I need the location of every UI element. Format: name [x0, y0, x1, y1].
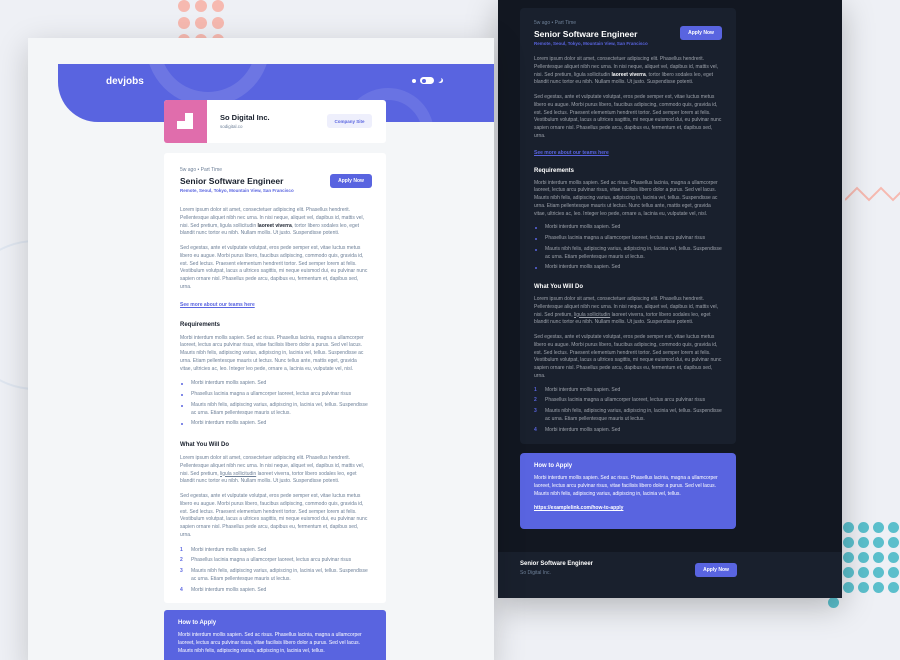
footer-company: So Digital Inc. — [520, 570, 551, 576]
job-details-card: 5w ago • Part Time Senior Software Engin… — [520, 8, 736, 444]
what-you-will-do-heading: What You Will Do — [180, 442, 230, 448]
list-item: 3 Mauris nibh felis, adipiscing varius, a… — [534, 408, 722, 422]
company-name: So Digital Inc. — [220, 113, 270, 122]
tasks-list: 1 Morbi interdum mollis sapien. Sed 2 Phas… — [180, 547, 370, 595]
list-item: 1 Morbi interdum mollis sapien. Sed — [534, 386, 621, 393]
teams-link[interactable]: See more about our teams here — [534, 150, 722, 156]
tasks-list: 1 Morbi interdum mollis sapien. Sed 2 Phas… — [534, 387, 722, 435]
company-site-button[interactable]: Company Site — [327, 114, 372, 128]
list-item: 1 Morbi interdum mollis sapien. Sed — [180, 546, 267, 553]
job-location: Remote, Seoul, Tokyo, Mountain View, San… — [180, 188, 294, 193]
what-you-will-do-text-2: Sed egestas, ante et vulputate volutpat,… — [180, 493, 368, 538]
how-to-apply-heading: How to Apply — [534, 463, 573, 469]
requirements-heading: Requirements — [180, 321, 221, 328]
job-description: Lorem ipsum dolor sit amet, consectetuer… — [534, 56, 719, 86]
requirements-text: Morbi interdum mollis sapien. Sed ac ris… — [534, 179, 718, 217]
what-you-will-do-heading: What You Will Do — [534, 284, 584, 290]
list-item: 2 Phasellus lacinia magna a ullamcorper l… — [180, 557, 352, 564]
requirements-list: Morbi interdum mollis sapien. Sed Phasel… — [534, 224, 722, 272]
list-item: Morbi interdum mollis sapien. Sed — [180, 420, 370, 428]
list-item: 4 Morbi interdum mollis sapien. Sed — [534, 426, 621, 433]
devjobs-logo[interactable]: devjobs — [106, 76, 144, 87]
apply-now-button[interactable]: Apply Now — [680, 26, 722, 40]
apply-now-button[interactable]: Apply Now — [330, 174, 372, 188]
footer-apply-button[interactable]: Apply Now — [695, 563, 737, 577]
job-meta: 5w ago • Part Time — [180, 167, 223, 173]
job-location: Remote, Seoul, Tokyo, Mountain View, San… — [534, 41, 648, 46]
how-to-apply-link[interactable]: https://examplelink.com/how-to-apply — [534, 505, 722, 511]
list-item: Morbi interdum mollis sapien. Sed — [534, 224, 722, 232]
teams-link[interactable]: See more about our teams here — [180, 302, 370, 308]
how-to-apply-text: Morbi interdum mollis sapien. Sed ac ris… — [178, 632, 362, 654]
list-item: Mauris nibh felis, adipiscing varius, ad… — [180, 402, 370, 418]
how-to-apply-text: Morbi interdum mollis sapien. Sed ac ris… — [534, 475, 718, 497]
light-mode-preview: devjobs So Digital Inc. sodigital.co Com… — [28, 38, 494, 660]
footer-title: Senior Software Engineer — [520, 561, 594, 567]
list-item: 4 Morbi interdum mollis sapien. Sed — [180, 586, 267, 593]
sticky-footer: Senior Software Engineer So Digital Inc.… — [498, 552, 842, 598]
theme-toggle[interactable] — [412, 77, 443, 84]
job-details-card: 5w ago • Part Time Senior Software Engin… — [164, 153, 386, 603]
what-you-will-do-text: Lorem ipsum dolor sit amet, consectetuer… — [180, 455, 365, 485]
list-item: Morbi interdum mollis sapien. Sed — [180, 380, 370, 388]
list-item: Phasellus lacinia magna a ullamcorper la… — [180, 391, 370, 399]
company-logo — [164, 100, 207, 143]
theme-switch[interactable] — [420, 77, 434, 84]
list-item: 2 Phasellus lacinia magna a ullamcorper l… — [534, 397, 706, 404]
how-to-apply-card: How to Apply Morbi interdum mollis sapie… — [164, 610, 386, 660]
list-item: 3 Mauris nibh felis, adipiscing varius, a… — [180, 568, 368, 582]
requirements-list: Morbi interdum mollis sapien. Sed Phasel… — [180, 380, 370, 428]
dark-mode-preview: 5w ago • Part Time Senior Software Engin… — [498, 0, 842, 598]
job-description-2: Sed egestas, ante et vulputate volutpat,… — [534, 94, 722, 139]
what-you-will-do-text: Lorem ipsum dolor sit amet, consectetuer… — [534, 296, 719, 326]
sun-icon — [412, 78, 416, 83]
company-card: So Digital Inc. sodigital.co Company Sit… — [164, 100, 386, 143]
decor-zigzag — [845, 186, 900, 202]
list-item: Phasellus lacinia magna a ullamcorper la… — [534, 235, 722, 243]
list-item: Morbi interdum mollis sapien. Sed — [534, 264, 722, 272]
requirements-heading: Requirements — [534, 167, 575, 174]
requirements-text: Morbi interdum mollis sapien. Sed ac ris… — [180, 334, 364, 372]
how-to-apply-card: How to Apply Morbi interdum mollis sapie… — [520, 453, 736, 529]
company-website: sodigital.co — [220, 124, 243, 129]
how-to-apply-heading: How to Apply — [178, 620, 217, 626]
list-item: Mauris nibh felis, adipiscing varius, ad… — [534, 246, 722, 262]
moon-icon — [438, 78, 443, 83]
job-description: Lorem ipsum dolor sit amet, consectetuer… — [180, 207, 365, 237]
job-description-2: Sed egestas, ante et vulputate volutpat,… — [180, 245, 368, 290]
what-you-will-do-text-2: Sed egestas, ante et vulputate volutpat,… — [534, 334, 722, 379]
